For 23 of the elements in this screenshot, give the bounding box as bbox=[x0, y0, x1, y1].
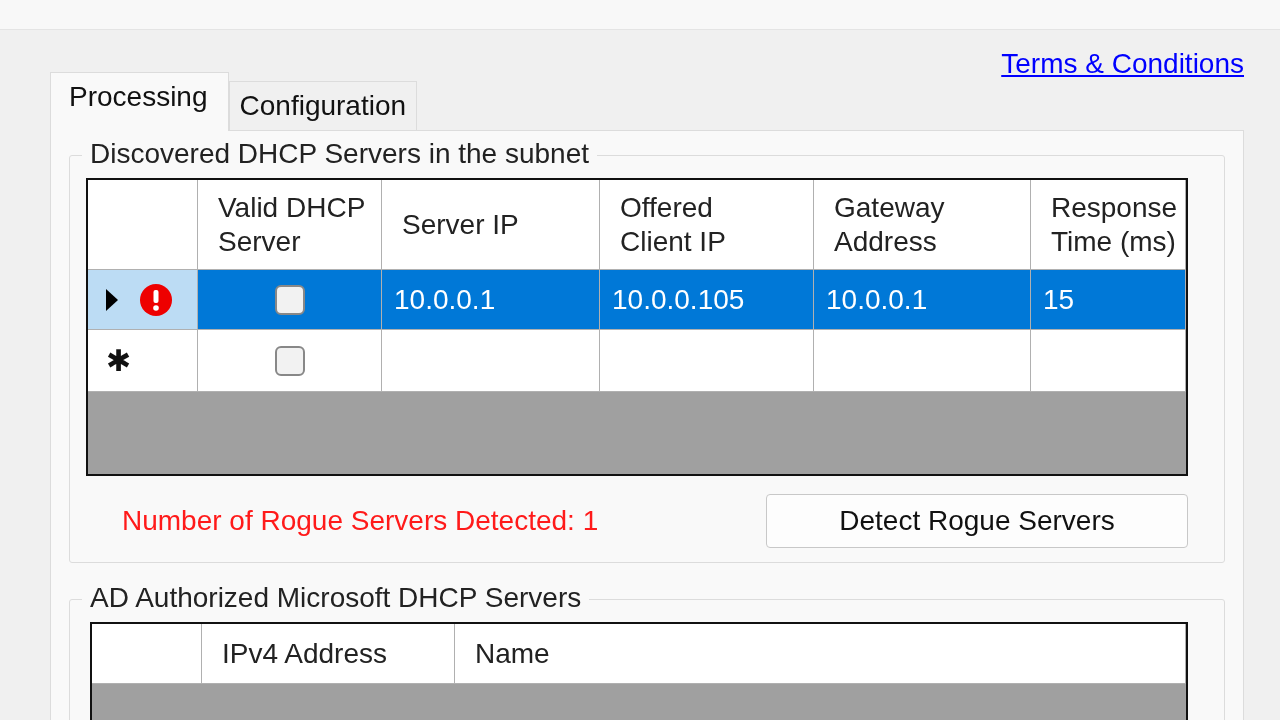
detect-button[interactable]: Detect Rogue Servers bbox=[766, 494, 1188, 548]
error-icon bbox=[140, 283, 172, 316]
terms-link[interactable]: Terms & Conditions bbox=[1001, 48, 1244, 82]
column-header[interactable]: Gateway Address bbox=[814, 180, 1031, 270]
tab[interactable]: Processing bbox=[50, 72, 229, 131]
table-cell: 10.0.0.1 bbox=[382, 270, 600, 330]
new-row-marker: ✱ bbox=[106, 343, 131, 378]
column-header[interactable]: Name bbox=[455, 624, 1186, 684]
table-cell: 15 bbox=[1031, 270, 1186, 330]
checkbox[interactable] bbox=[274, 284, 305, 315]
current-row-icon bbox=[106, 288, 118, 311]
table-cell: 10.0.0.105 bbox=[600, 270, 814, 330]
column-header[interactable]: Valid DHCP Server bbox=[198, 180, 382, 270]
column-header[interactable]: Response Time (ms) bbox=[1031, 180, 1186, 270]
row-header[interactable] bbox=[88, 270, 198, 330]
column-header[interactable]: IPv4 Address bbox=[202, 624, 455, 684]
tab[interactable]: Configuration bbox=[228, 81, 418, 130]
rogue-count-label: Number of Rogue Servers Detected: 1 bbox=[122, 505, 599, 537]
column-header[interactable]: Offered Client IP bbox=[600, 180, 814, 270]
row-header[interactable]: ✱ bbox=[88, 330, 198, 392]
column-header[interactable]: Server IP bbox=[382, 180, 600, 270]
checkbox[interactable] bbox=[274, 345, 305, 376]
table-cell: 10.0.0.1 bbox=[814, 270, 1031, 330]
